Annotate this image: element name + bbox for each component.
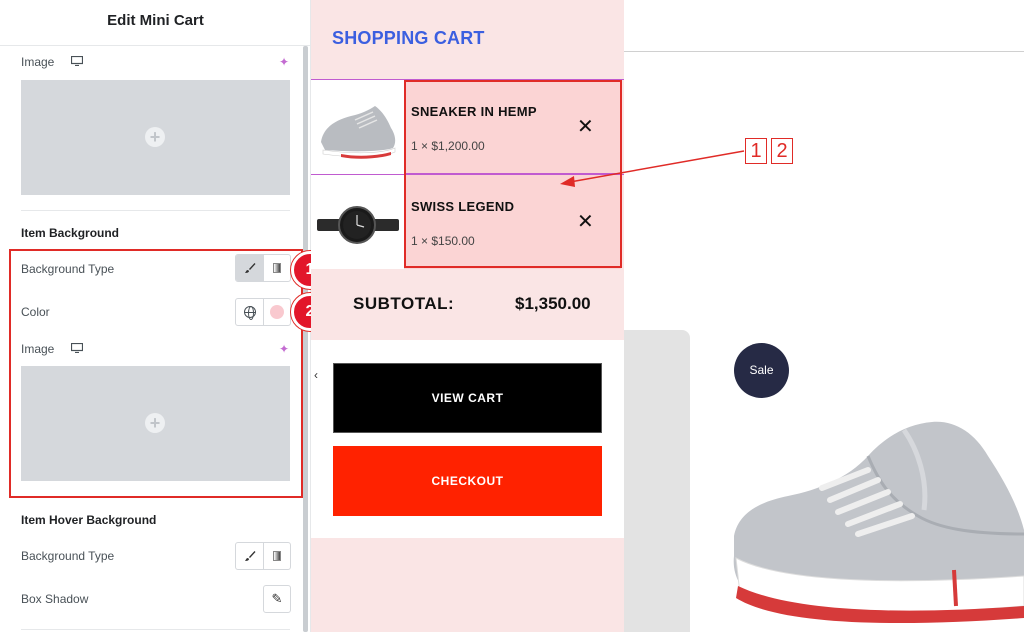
panel-title: Edit Mini Cart (0, 0, 310, 46)
item-hover-background-heading[interactable]: Item Hover Background (21, 513, 156, 527)
annotation-label-2: 2 (771, 138, 793, 164)
item-background-heading[interactable]: Item Background (21, 226, 119, 240)
view-cart-button[interactable]: VIEW CART (333, 363, 602, 433)
add-image-icon[interactable]: + (145, 127, 165, 147)
hover-background-type-toggle[interactable] (235, 542, 291, 570)
cart-title: SHOPPING CART (332, 28, 485, 48)
annotation-label-1: 1 (745, 138, 767, 164)
box-shadow-edit-button[interactable]: ✎ (263, 585, 291, 613)
watch-image (317, 206, 399, 244)
subtotal-value: $1,350.00 (515, 294, 591, 313)
section-divider (21, 629, 290, 630)
desktop-icon[interactable] (71, 56, 83, 66)
gradient-icon[interactable] (263, 543, 290, 569)
highlight-box (9, 249, 303, 498)
ai-sparkle-icon[interactable]: ✦ (279, 56, 289, 68)
sneaker-image (321, 106, 396, 159)
subtotal-label: SUBTOTAL: (353, 294, 455, 313)
header-rule (624, 51, 1024, 52)
box-shadow-label: Box Shadow (21, 592, 89, 606)
product-card (624, 330, 690, 632)
checkout-button[interactable]: CHECKOUT (333, 446, 602, 516)
product-thumbnail[interactable] (311, 80, 404, 174)
image-label: Image (21, 55, 55, 69)
collapse-chevron-icon[interactable]: ‹ (314, 368, 318, 382)
annotation-arrow (560, 150, 745, 187)
hover-background-type-label: Background Type (21, 549, 115, 563)
sale-badge: Sale (734, 343, 789, 398)
sneaker-product-image[interactable] (718, 410, 1024, 632)
section-divider (21, 210, 290, 211)
image-picker[interactable]: + (21, 80, 290, 195)
panel-scrollbar[interactable] (303, 46, 308, 632)
pencil-icon: ✎ (271, 591, 283, 606)
product-thumbnail[interactable] (311, 175, 404, 269)
classic-brush-icon[interactable] (236, 543, 263, 569)
